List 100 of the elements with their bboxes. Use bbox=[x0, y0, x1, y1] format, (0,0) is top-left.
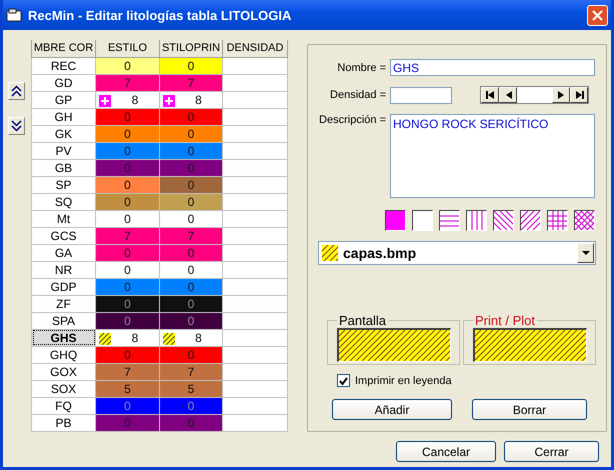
row-name-cell[interactable]: GK bbox=[32, 125, 96, 142]
style-cell: 0 bbox=[160, 414, 222, 432]
pattern-swatch[interactable] bbox=[466, 210, 487, 231]
close-button[interactable] bbox=[587, 4, 608, 26]
pattern-swatch[interactable] bbox=[385, 210, 406, 231]
style-cell: 7 bbox=[160, 363, 222, 380]
window-title: RecMin - Editar litologías tabla LITOLOGIA bbox=[28, 8, 292, 22]
last-record-icon bbox=[574, 90, 584, 100]
preview-label: Print / Plot bbox=[474, 313, 536, 328]
row-name-cell[interactable]: GA bbox=[32, 244, 96, 262]
density-cell bbox=[222, 142, 288, 160]
double-chevron-up-icon bbox=[11, 85, 22, 97]
density-field[interactable] bbox=[390, 86, 452, 104]
row-name-cell[interactable]: Mt bbox=[32, 210, 96, 228]
row-name-cell[interactable]: SOX bbox=[32, 380, 96, 398]
field-label: Densidad = bbox=[329, 89, 387, 101]
style-cell: 0 bbox=[96, 397, 160, 414]
density-cell bbox=[222, 244, 288, 262]
style-cell: 8 bbox=[96, 329, 160, 346]
density-cell bbox=[222, 363, 288, 380]
style-cell: 0 bbox=[96, 346, 160, 364]
column-header[interactable]: ESTILO bbox=[96, 40, 160, 57]
preview-label: Pantalla bbox=[338, 313, 387, 328]
previous-button[interactable] bbox=[499, 87, 517, 103]
dialog-button[interactable]: Cancelar bbox=[396, 441, 496, 462]
row-name-cell[interactable]: NR bbox=[32, 261, 96, 278]
pattern-swatch[interactable] bbox=[493, 210, 514, 231]
density-cell bbox=[222, 193, 288, 210]
hatch-pattern-icon bbox=[163, 332, 175, 345]
density-cell bbox=[222, 159, 288, 176]
action-button[interactable]: Borrar bbox=[472, 399, 587, 420]
name-field[interactable]: GHS bbox=[390, 59, 595, 76]
pattern-swatch[interactable] bbox=[547, 210, 568, 231]
row-name-cell[interactable]: GP bbox=[32, 91, 96, 108]
row-name-cell[interactable]: REC bbox=[32, 57, 96, 74]
checkbox[interactable] bbox=[337, 374, 350, 387]
density-cell bbox=[222, 261, 288, 278]
style-cell: 7 bbox=[96, 74, 160, 92]
pattern-dropdown[interactable]: capas.bmp bbox=[318, 241, 596, 265]
last-button[interactable] bbox=[570, 87, 588, 103]
style-cell: 0 bbox=[160, 261, 222, 278]
row-name-cell[interactable]: GDP bbox=[32, 278, 96, 296]
column-header[interactable]: DENSIDAD bbox=[222, 40, 288, 57]
style-cell: 0 bbox=[96, 278, 160, 296]
row-name-cell[interactable]: GOX bbox=[32, 363, 96, 380]
column-header[interactable]: STILOPRIN bbox=[160, 40, 222, 57]
row-name-cell[interactable]: ZF bbox=[32, 295, 96, 312]
dropdown-button[interactable] bbox=[577, 243, 594, 263]
row-name-cell[interactable]: PB bbox=[32, 414, 96, 432]
style-cell: 0 bbox=[160, 312, 222, 330]
row-name-cell[interactable]: FQ bbox=[32, 397, 96, 414]
style-cell: 7 bbox=[160, 74, 222, 92]
move-down-button[interactable] bbox=[8, 117, 25, 135]
style-cell: 0 bbox=[160, 397, 222, 414]
next-button[interactable] bbox=[552, 87, 570, 103]
caret-icon bbox=[582, 251, 590, 255]
field-label: Descripción = bbox=[318, 114, 387, 126]
next-icon bbox=[556, 90, 566, 100]
row-name-cell[interactable]: SP bbox=[32, 176, 96, 194]
action-button[interactable]: Añadir bbox=[332, 399, 452, 420]
row-name-cell[interactable]: GB bbox=[32, 159, 96, 176]
style-cell: 0 bbox=[96, 312, 160, 330]
row-name-cell[interactable]: GHS bbox=[32, 329, 96, 346]
density-cell bbox=[222, 278, 288, 296]
row-name-cell[interactable]: GHQ bbox=[32, 346, 96, 364]
row-name-cell[interactable]: GCS bbox=[32, 227, 96, 244]
column-header[interactable]: MBRE COR bbox=[32, 40, 96, 57]
density-cell bbox=[222, 125, 288, 142]
description-field[interactable]: HONGO ROCK SERICÍTICO bbox=[390, 114, 595, 198]
density-cell bbox=[222, 329, 288, 346]
row-name-cell[interactable]: SQ bbox=[32, 193, 96, 210]
checkbox-label: Imprimir en leyenda bbox=[355, 374, 452, 386]
style-cell: 8 bbox=[160, 91, 222, 108]
style-cell: 7 bbox=[160, 227, 222, 244]
style-cell: 0 bbox=[96, 193, 160, 210]
dropdown-value: capas.bmp bbox=[343, 245, 418, 261]
pattern-swatch[interactable] bbox=[520, 210, 541, 231]
style-cell: 0 bbox=[160, 210, 222, 228]
style-cell: 0 bbox=[96, 210, 160, 228]
density-cell bbox=[222, 176, 288, 194]
field-label: Nombre = bbox=[336, 62, 387, 74]
dialog-button[interactable]: Cerrar bbox=[504, 441, 599, 462]
density-cell bbox=[222, 91, 288, 108]
density-cell bbox=[222, 108, 288, 126]
row-name-cell[interactable]: SPA bbox=[32, 312, 96, 330]
row-name-cell[interactable]: PV bbox=[32, 142, 96, 160]
pattern-swatch[interactable] bbox=[439, 210, 460, 231]
plus-pattern-icon bbox=[163, 94, 175, 107]
pattern-swatch[interactable] bbox=[574, 210, 595, 231]
style-cell: 0 bbox=[160, 57, 222, 74]
row-name-cell[interactable]: GH bbox=[32, 108, 96, 126]
style-cell: 0 bbox=[96, 261, 160, 278]
first-button[interactable] bbox=[481, 87, 499, 103]
style-cell: 0 bbox=[96, 108, 160, 126]
move-up-button[interactable] bbox=[8, 82, 25, 100]
density-cell bbox=[222, 295, 288, 312]
row-name-cell[interactable]: GD bbox=[32, 74, 96, 92]
style-cell: 0 bbox=[160, 346, 222, 364]
pattern-swatch[interactable] bbox=[412, 210, 433, 231]
plus-pattern-icon bbox=[99, 94, 111, 107]
